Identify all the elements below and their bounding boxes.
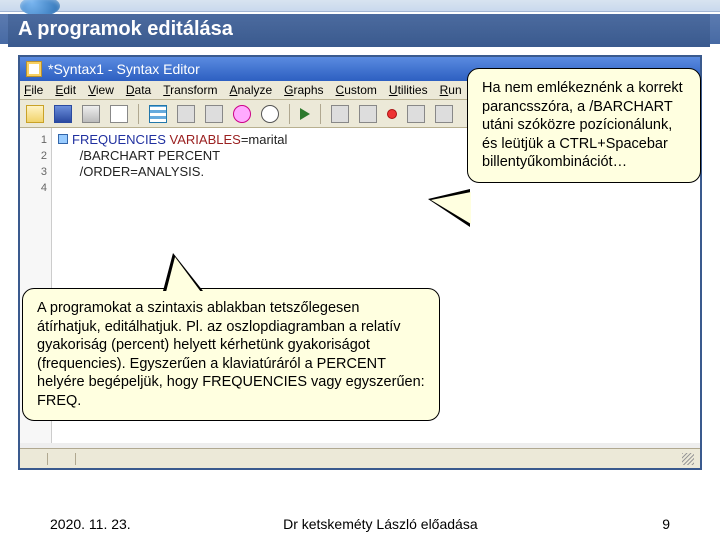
- active-command-indicator: [58, 134, 68, 144]
- callout-text: A programokat a szintaxis ablakban tetsz…: [37, 300, 425, 409]
- menu-graphs[interactable]: Graphs: [284, 83, 323, 97]
- print-icon[interactable]: [82, 105, 100, 123]
- callout-tail: [428, 189, 470, 227]
- code-text: /ORDER=ANALYSIS.: [80, 164, 204, 179]
- resize-grip[interactable]: [682, 453, 694, 465]
- menu-custom[interactable]: Custom: [336, 83, 377, 97]
- kw-variables: VARIABLES: [170, 132, 241, 147]
- save-icon[interactable]: [54, 105, 72, 123]
- callout-text: Ha nem emlékeznénk a korrekt parancsszór…: [482, 80, 683, 170]
- goto-icon[interactable]: [331, 105, 349, 123]
- code-text: =marital: [241, 132, 288, 147]
- redo-icon[interactable]: [205, 105, 223, 123]
- line-number: 1: [20, 132, 47, 148]
- preview-icon[interactable]: [110, 105, 128, 123]
- status-cell: [48, 453, 76, 465]
- footer-page-number: 9: [630, 516, 670, 532]
- breakpoint-icon[interactable]: [387, 109, 397, 119]
- toolbar-separator: [320, 104, 321, 124]
- slide-title: A programok editálása: [8, 14, 710, 47]
- code-text: /BARCHART PERCENT: [80, 148, 220, 163]
- kw-frequencies: FREQUENCIES: [72, 132, 166, 147]
- find-icon[interactable]: [261, 105, 279, 123]
- template-accent-bar: [0, 0, 720, 12]
- menu-run[interactable]: Run: [440, 83, 462, 97]
- footer-date: 2020. 11. 23.: [50, 516, 131, 532]
- toolbar-separator: [289, 104, 290, 124]
- help-icon[interactable]: [233, 105, 251, 123]
- menu-edit[interactable]: Edit: [55, 83, 76, 97]
- run-icon[interactable]: [300, 108, 310, 120]
- callout-edit-info: A programokat a szintaxis ablakban tetsz…: [22, 288, 440, 421]
- menu-analyze[interactable]: Analyze: [229, 83, 272, 97]
- line-number: 3: [20, 164, 47, 180]
- dialog-recall-icon[interactable]: [149, 105, 167, 123]
- options-icon[interactable]: [435, 105, 453, 123]
- undo-icon[interactable]: [177, 105, 195, 123]
- toolbar-separator: [138, 104, 139, 124]
- status-cell: [20, 453, 48, 465]
- footer-author: Dr ketskeméty László előadása: [283, 516, 478, 532]
- menu-transform[interactable]: Transform: [163, 83, 217, 97]
- callout-tail: [163, 253, 203, 291]
- window-title-text: *Syntax1 - Syntax Editor: [48, 61, 200, 77]
- line-number: 2: [20, 148, 47, 164]
- menu-view[interactable]: View: [88, 83, 114, 97]
- menu-file[interactable]: File: [24, 83, 43, 97]
- slide-footer: 2020. 11. 23. Dr ketskeméty László előad…: [0, 516, 720, 532]
- vars-icon[interactable]: [359, 105, 377, 123]
- open-icon[interactable]: [26, 105, 44, 123]
- callout-ctrl-space: Ha nem emlékeznénk a korrekt parancsszór…: [467, 68, 701, 183]
- menu-utilities[interactable]: Utilities: [389, 83, 428, 97]
- menu-data[interactable]: Data: [126, 83, 151, 97]
- app-icon: [26, 61, 42, 77]
- line-number: 4: [20, 180, 47, 196]
- step-icon[interactable]: [407, 105, 425, 123]
- status-bar: [20, 448, 700, 468]
